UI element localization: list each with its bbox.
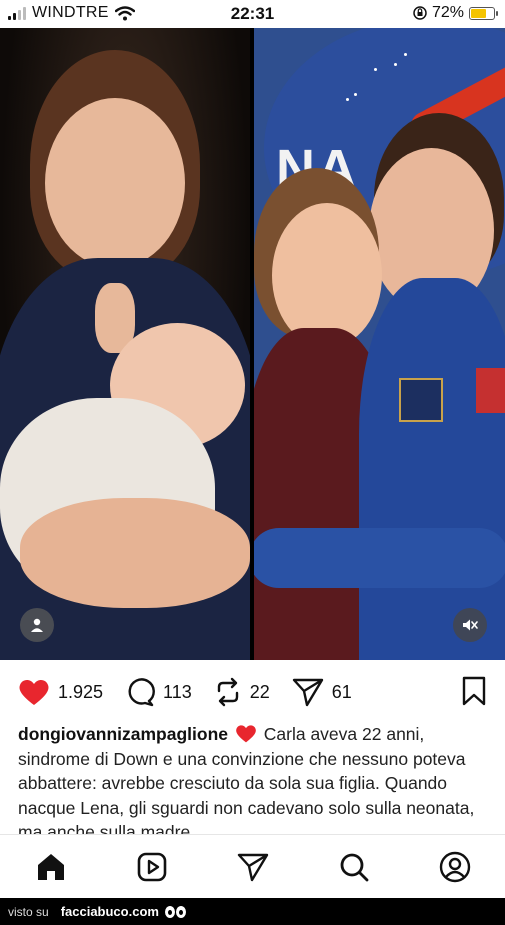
search-icon[interactable] xyxy=(334,847,374,887)
caption-username[interactable]: dongiovannizampaglione xyxy=(18,724,228,744)
like-heart-icon[interactable] xyxy=(18,678,50,706)
send-nav-icon[interactable] xyxy=(233,847,273,887)
eyes-logo-icon xyxy=(164,905,186,918)
flag-patch-icon xyxy=(476,368,505,413)
footer-site[interactable]: facciabuco.com xyxy=(61,904,159,919)
send-icon[interactable] xyxy=(292,677,324,707)
badge-patch-icon xyxy=(399,378,443,422)
person-tag-icon[interactable] xyxy=(20,608,54,642)
battery-percent: 72% xyxy=(431,4,464,21)
battery-icon xyxy=(469,6,498,20)
share-count[interactable]: 61 xyxy=(332,682,352,703)
bottom-nav xyxy=(0,834,505,899)
red-heart-emoji-icon xyxy=(236,725,256,743)
photo-panel-mother-baby xyxy=(0,28,250,660)
comment-count[interactable]: 113 xyxy=(163,682,192,703)
orientation-lock-icon xyxy=(413,6,427,20)
comment-icon[interactable] xyxy=(125,677,155,707)
post-caption: dongiovannizampaglione Carla aveva 22 an… xyxy=(18,722,488,845)
footer-visto-su: visto su xyxy=(8,904,49,919)
profile-icon[interactable] xyxy=(435,847,475,887)
like-count[interactable]: 1.925 xyxy=(58,682,103,703)
reels-icon[interactable] xyxy=(132,847,172,887)
repost-count[interactable]: 22 xyxy=(250,682,270,703)
post-image[interactable]: NA xyxy=(0,28,505,660)
post-actions: 1.925 113 22 61 xyxy=(18,674,488,710)
home-icon[interactable] xyxy=(31,847,71,887)
bookmark-icon[interactable] xyxy=(462,676,486,706)
watermark-footer: visto su facciabuco.com xyxy=(0,898,505,925)
photo-panel-astronaut: NA xyxy=(254,28,505,660)
repost-icon[interactable] xyxy=(214,677,242,707)
status-bar: WINDTRE 22:31 72% xyxy=(0,0,505,28)
mute-icon[interactable] xyxy=(453,608,487,642)
